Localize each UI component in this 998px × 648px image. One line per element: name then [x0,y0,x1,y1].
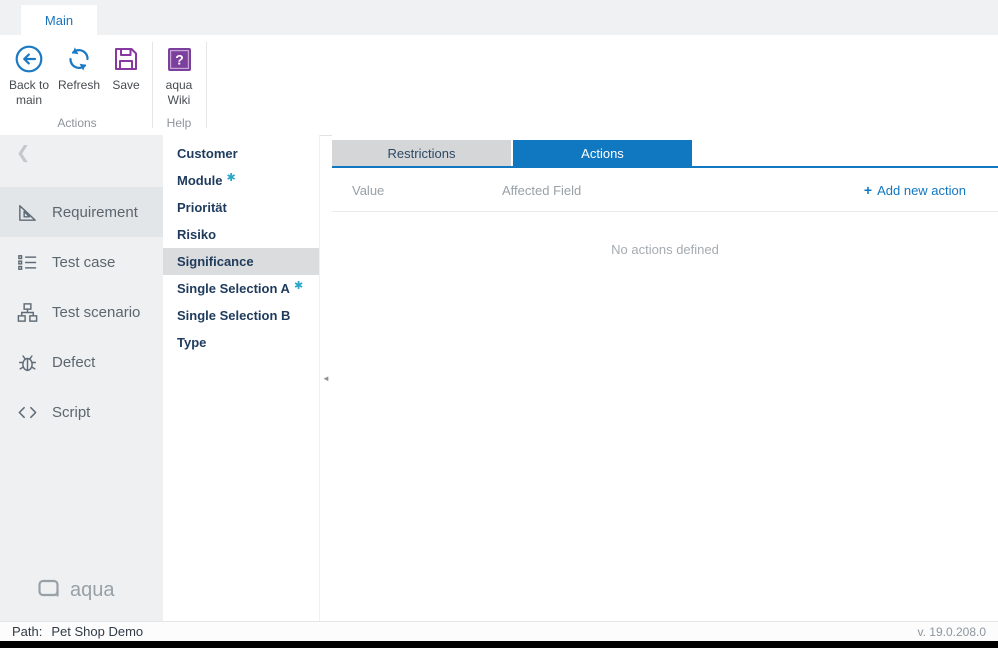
ribbon-group-help-label: Help [157,116,201,130]
ribbon-tab-main[interactable]: Main [21,5,97,35]
content-area: ❮ Requirement [0,135,998,621]
refresh-label: Refresh [58,78,100,93]
ribbon: Back to main Refresh [0,35,998,136]
sidebar-item-requirement[interactable]: Requirement [0,187,163,237]
status-bar: Path: Pet Shop Demo v. 19.0.208.0 [0,621,998,641]
aqua-wiki-button[interactable]: ? aqua Wiki [157,41,201,108]
arrow-left-icon: ◄ [322,374,330,383]
back-to-main-label: Back to main [4,78,54,108]
sidebar-item-defect[interactable]: Defect [0,337,163,387]
svg-text:?: ? [175,51,184,67]
empty-state-text: No actions defined [332,242,998,257]
code-icon [15,401,39,424]
ribbon-tab-main-label: Main [45,13,73,28]
refresh-icon [64,41,94,77]
required-marker-icon: ✱ [294,280,303,292]
column-header-value: Value [352,183,384,198]
plus-icon: + [864,182,872,198]
window-bottom-edge [0,641,998,648]
column-header-affected-field: Affected Field [502,183,581,198]
ribbon-group-actions-label: Actions [4,116,150,130]
actions-table-header: Value Affected Field + Add new action [332,168,998,212]
path-label: Path: [12,624,42,639]
main-panel: Restrictions Actions Value Affected Fiel… [332,135,998,621]
back-to-main-button[interactable]: Back to main [4,41,54,108]
field-item-significance[interactable]: Significance [163,248,319,275]
field-item-type[interactable]: Type [163,329,319,356]
sidebar-item-label: Script [52,404,90,421]
chevron-left-icon: ❮ [16,143,30,162]
add-new-action-label: Add new action [877,183,966,198]
aqua-logo-icon [36,575,62,606]
ribbon-tab-strip: Main [0,0,998,35]
sidebar-item-test-case[interactable]: Test case [0,237,163,287]
sidebar-item-label: Test scenario [52,304,140,321]
save-floppy-icon [111,41,141,77]
tab-actions[interactable]: Actions [513,140,692,166]
aqua-logo-text: aqua [70,579,115,602]
ribbon-group-separator [206,42,207,128]
field-list: Customer Module✱ Priorität Risiko Signif… [163,135,320,621]
field-item-module[interactable]: Module✱ [163,167,319,194]
field-item-prioritaet[interactable]: Priorität [163,194,319,221]
back-arrow-icon [14,41,44,77]
field-item-risiko[interactable]: Risiko [163,221,319,248]
refresh-button[interactable]: Refresh [56,41,102,93]
field-item-single-selection-b[interactable]: Single Selection B [163,302,319,329]
bug-icon [15,351,39,374]
required-marker-icon: ✱ [227,172,236,184]
field-item-single-selection-a[interactable]: Single Selection A✱ [163,275,319,302]
save-label: Save [112,78,139,93]
sidebar-item-label: Test case [52,254,115,271]
add-new-action-button[interactable]: + Add new action [864,182,966,198]
path-value: Pet Shop Demo [51,624,143,639]
path-indicator: Path: Pet Shop Demo [12,624,143,639]
sidebar-collapse-button[interactable]: ❮ [16,143,30,163]
sidebar-nav: Requirement [0,187,163,437]
sidebar-item-label: Requirement [52,204,138,221]
sitemap-icon [15,301,39,324]
wiki-question-icon: ? [166,41,193,77]
ribbon-group-separator [152,42,153,128]
tab-restrictions[interactable]: Restrictions [332,140,511,166]
aqua-logo: aqua [36,575,115,606]
aqua-wiki-label: aqua Wiki [157,78,201,108]
version-label: v. 19.0.208.0 [918,625,987,639]
collapse-panel-handle[interactable]: ◄ [320,135,332,621]
save-button[interactable]: Save [104,41,148,93]
set-square-icon [15,201,39,224]
app-window: Main Back to main [0,0,998,648]
field-item-customer[interactable]: Customer [163,140,319,167]
sidebar-item-label: Defect [52,354,95,371]
ordered-list-icon [15,251,39,274]
tab-bar: Restrictions Actions [332,140,998,166]
sidebar: ❮ Requirement [0,135,163,621]
sidebar-item-script[interactable]: Script [0,387,163,437]
sidebar-item-test-scenario[interactable]: Test scenario [0,287,163,337]
